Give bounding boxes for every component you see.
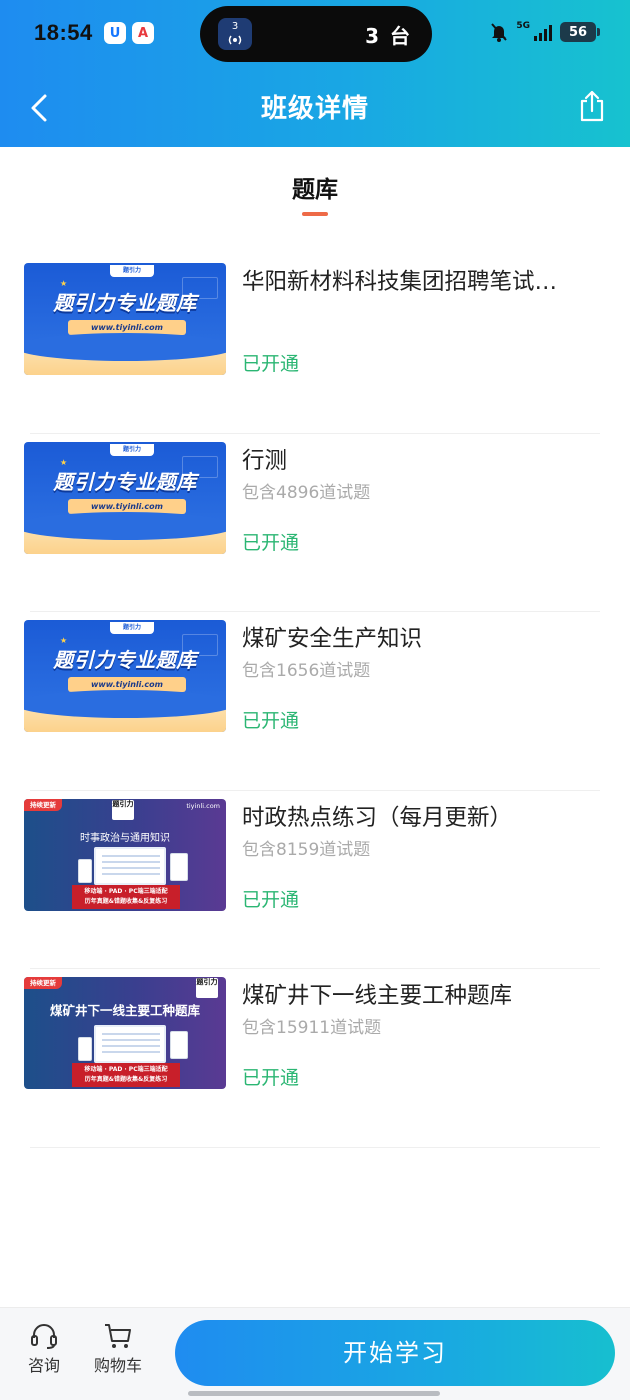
thumb-tag: 持续更新 xyxy=(24,977,62,989)
dynamic-island[interactable]: 3 3 台 xyxy=(200,6,432,62)
thumb-bottom-band xyxy=(24,511,226,554)
thumb-heading: 煤矿井下一线主要工种题库 xyxy=(49,1003,200,1018)
thumb-tag: 持续更新 xyxy=(24,798,62,811)
cart-button[interactable]: 购物车 xyxy=(88,1322,148,1376)
header-bar: 18:54 U A 3 3 台 5G 56 班级详情 xyxy=(0,0,630,147)
course-thumbnail: 题引力 ★ 题引力专业题库 www.tiyinli.com 题引力 版权所有 xyxy=(24,441,226,554)
item-info: 煤矿井下一线主要工种题库 包含15911道试题 xyxy=(242,979,600,1039)
thumb-site: tiyinli.com xyxy=(186,801,220,810)
thumb-main-text: 题引力专业题库 xyxy=(53,291,197,315)
thumb-logo: 题引力 xyxy=(110,443,154,456)
item-status: 已开通 xyxy=(242,1067,300,1089)
thumb-bottom-band xyxy=(24,690,226,732)
consult-button[interactable]: 咨询 xyxy=(14,1322,74,1376)
consult-label: 咨询 xyxy=(27,1356,60,1375)
item-info: 时政热点练习（每月更新） 包含8159道试题 xyxy=(242,801,600,861)
tablet-illustration xyxy=(170,1031,188,1059)
list-item[interactable]: 持续更新 题引力 tiyinli.com 时事政治与通用知识 移动端 · PAD… xyxy=(0,791,630,969)
shopping-cart-icon xyxy=(105,1324,131,1348)
live-activity-icon: 3 xyxy=(218,18,252,50)
app-notification-icon-2: A xyxy=(132,22,154,44)
thumb-brand-logo: 题引力 xyxy=(112,799,134,820)
list-item[interactable]: 题引力 ★ 题引力专业题库 www.tiyinli.com 题引力 版权所有 煤… xyxy=(0,612,630,791)
signal-icon xyxy=(534,23,552,41)
headset-icon xyxy=(31,1324,57,1349)
item-title: 华阳新材料科技集团招聘笔试… xyxy=(242,269,558,295)
home-indicator xyxy=(188,1391,440,1396)
mute-bell-icon xyxy=(490,22,508,42)
thumb-brand-logo: 题引力 xyxy=(196,978,218,998)
item-status: 已开通 xyxy=(242,353,300,375)
list-item[interactable]: 题引力 ★ 题引力专业题库 www.tiyinli.com 题引力 版权所有 华… xyxy=(0,255,630,434)
battery-icon: 56 xyxy=(560,22,600,42)
item-title: 煤矿井下一线主要工种题库 xyxy=(242,983,513,1009)
tab-active-indicator xyxy=(302,212,328,216)
start-learning-button[interactable]: 开始学习 xyxy=(175,1320,615,1386)
course-thumbnail: 持续更新 题引力 tiyinli.com 时事政治与通用知识 移动端 · PAD… xyxy=(24,798,226,911)
thumb-banner: 移动端 · PAD · PC端三端适配 历年真题&错题收集&反复练习 xyxy=(72,884,180,909)
divider xyxy=(30,1146,600,1148)
item-status: 已开通 xyxy=(242,888,300,911)
network-type: 5G xyxy=(516,21,530,31)
course-thumbnail: 题引力 ★ 题引力专业题库 www.tiyinli.com 题引力 版权所有 xyxy=(24,263,226,375)
item-question-count: 包含4896道试题 xyxy=(242,482,371,503)
item-question-count: 包含8159道试题 xyxy=(242,839,371,860)
item-info: 煤矿安全生产知识 包含1656道试题 xyxy=(242,622,600,682)
tablet-illustration xyxy=(170,852,188,881)
tab-label: 题库 xyxy=(292,177,338,203)
list-item[interactable]: 持续更新 题引力 煤矿井下一线主要工种题库 移动端 · PAD · PC端三端适… xyxy=(0,969,630,1148)
nav-bar: 班级详情 xyxy=(0,68,630,147)
share-button[interactable] xyxy=(574,86,610,126)
item-question-count xyxy=(242,303,600,325)
item-question-count: 包含15911道试题 xyxy=(242,1018,382,1038)
item-info: 华阳新材料科技集团招聘笔试… xyxy=(242,265,600,325)
course-thumbnail: 持续更新 题引力 煤矿井下一线主要工种题库 移动端 · PAD · PC端三端适… xyxy=(24,977,226,1089)
course-thumbnail: 题引力 ★ 题引力专业题库 www.tiyinli.com 题引力 版权所有 xyxy=(24,620,226,732)
live-activity-count: 3 台 xyxy=(365,24,412,48)
thumb-heading: 时事政治与通用知识 xyxy=(80,832,170,844)
item-title: 行测 xyxy=(242,447,288,474)
item-info: 行测 包含4896道试题 xyxy=(242,444,600,504)
tab-question-bank[interactable]: 题库 xyxy=(0,170,630,216)
list-item[interactable]: 题引力 ★ 题引力专业题库 www.tiyinli.com 题引力 版权所有 行… xyxy=(0,434,630,612)
item-status: 已开通 xyxy=(242,710,300,732)
devices-illustration xyxy=(78,846,166,885)
item-question-count: 包含1656道试题 xyxy=(242,661,371,681)
thumb-logo: 题引力 xyxy=(110,265,154,277)
page-title: 班级详情 xyxy=(260,94,369,124)
item-title: 时政热点练习（每月更新） xyxy=(242,804,513,831)
status-bar: 18:54 U A 3 3 台 5G 56 xyxy=(0,0,630,68)
devices-illustration xyxy=(78,1025,166,1063)
thumb-main-text: 题引力专业题库 xyxy=(53,648,197,672)
thumb-bottom-band xyxy=(24,333,226,375)
app-notification-icon: U xyxy=(104,22,126,44)
share-icon xyxy=(580,90,604,122)
status-time: 18:54 xyxy=(34,20,93,45)
thumb-banner: 移动端 · PAD · PC端三端适配 历年真题&错题收集&反复练习 xyxy=(72,1063,180,1087)
question-bank-list: 题引力 ★ 题引力专业题库 www.tiyinli.com 题引力 版权所有 华… xyxy=(0,255,630,1148)
thumb-logo: 题引力 xyxy=(110,622,154,634)
status-icons: 5G 56 xyxy=(490,21,600,42)
thumb-main-text: 题引力专业题库 xyxy=(53,469,197,494)
item-status: 已开通 xyxy=(242,531,300,554)
cart-label: 购物车 xyxy=(93,1356,142,1375)
item-title: 煤矿安全生产知识 xyxy=(242,626,423,652)
bottom-action-bar: 咨询 购物车 开始学习 xyxy=(0,1307,630,1400)
